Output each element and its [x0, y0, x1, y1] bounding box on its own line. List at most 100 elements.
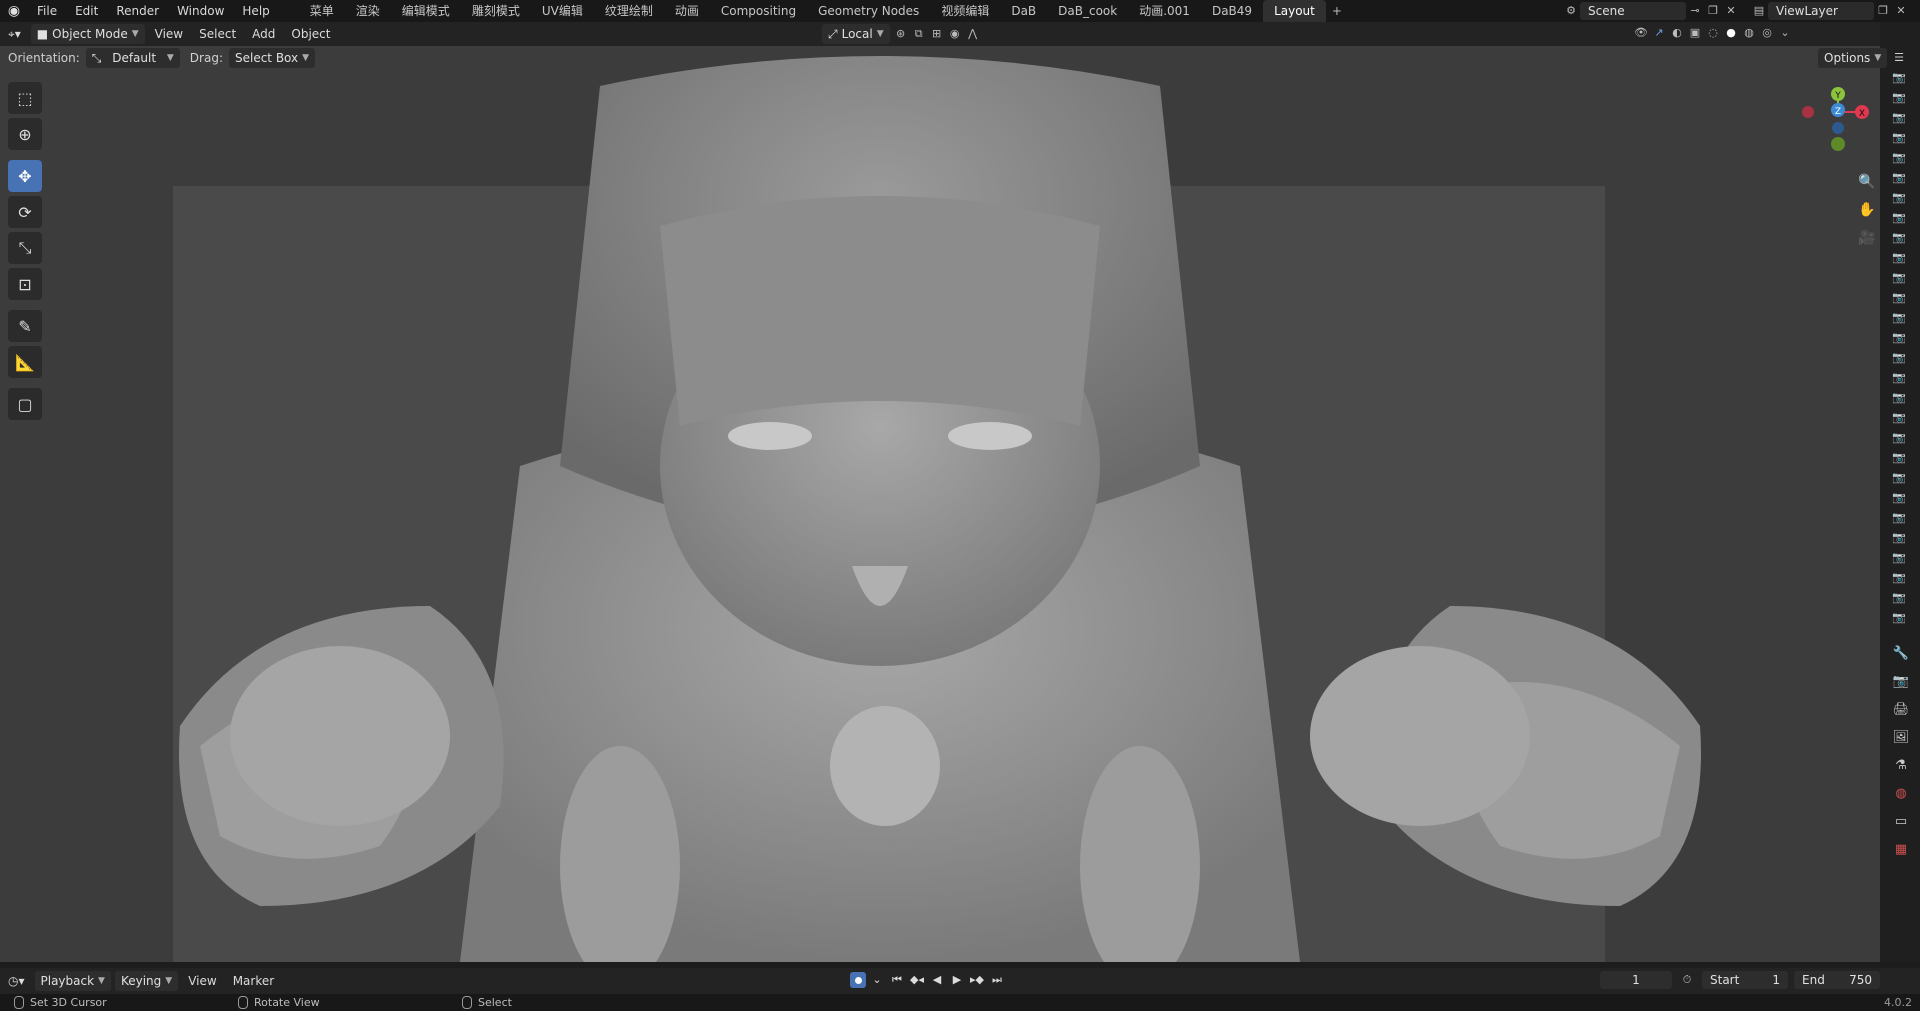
camera-icon[interactable]: 📷 [1888, 128, 1910, 148]
camera-icon[interactable]: 📷 [1888, 248, 1910, 268]
camera-icon[interactable]: 📷 [1888, 408, 1910, 428]
camera-icon[interactable]: 📷 [1888, 428, 1910, 448]
object-menu[interactable]: Object [283, 24, 338, 44]
options-dropdown[interactable]: Options ▼ [1818, 48, 1888, 68]
blender-logo-icon[interactable]: ◉ [0, 0, 28, 22]
camera-icon[interactable]: 📷 [1888, 508, 1910, 528]
end-frame-field[interactable]: End 750 [1794, 971, 1880, 989]
camera-icon[interactable]: 📷 [1888, 208, 1910, 228]
camera-icon[interactable]: 📷 [1888, 168, 1910, 188]
stopwatch-icon[interactable]: ⏱ [1678, 971, 1696, 989]
proportional-edit-icon[interactable]: ◉ [946, 25, 964, 43]
camera-icon[interactable]: 📷 [1888, 528, 1910, 548]
gizmo-toggle-icon[interactable]: ↗ [1650, 24, 1668, 42]
camera-view-icon[interactable]: 🎥 [1854, 224, 1880, 252]
wireframe-shading-icon[interactable]: ◌ [1704, 24, 1722, 42]
camera-icon[interactable]: 📷 [1888, 308, 1910, 328]
rendered-shading-icon[interactable]: ◎ [1758, 24, 1776, 42]
workspace-tab[interactable]: UV编辑 [531, 0, 594, 22]
playback-menu[interactable]: Playback ▼ [34, 971, 111, 991]
workspace-tab[interactable]: 动画.001 [1128, 0, 1201, 22]
pin-icon[interactable]: ⊸ [1686, 2, 1704, 20]
viewlayer-icon[interactable]: ▤ [1750, 2, 1768, 20]
workspace-tab[interactable]: 编辑模式 [391, 0, 461, 22]
orientation-dropdown[interactable]: ⤡ Default ▼ [85, 48, 180, 68]
camera-icon[interactable]: 📷 [1888, 148, 1910, 168]
visibility-icon[interactable]: 👁 [1632, 24, 1650, 42]
overlay-icon[interactable]: ◐ [1668, 24, 1686, 42]
keying-menu[interactable]: Keying ▼ [114, 971, 179, 991]
workspace-tab[interactable]: 纹理绘制 [594, 0, 664, 22]
view-layer-properties-icon[interactable]: 🖼 [1886, 724, 1916, 752]
camera-icon[interactable]: 📷 [1888, 328, 1910, 348]
jump-end-icon[interactable]: ⏭ [988, 971, 1006, 989]
new-viewlayer-icon[interactable]: ❐ [1874, 2, 1892, 20]
3d-viewport[interactable] [0, 46, 1880, 962]
workspace-tab[interactable]: Geometry Nodes [807, 0, 930, 22]
material-shading-icon[interactable]: ◍ [1740, 24, 1758, 42]
menu-window[interactable]: Window [168, 0, 233, 22]
camera-icon[interactable]: 📷 [1888, 268, 1910, 288]
workspace-tab[interactable]: DaB_cook [1047, 0, 1128, 22]
world-properties-icon[interactable]: ◍ [1886, 780, 1916, 808]
move-tool-icon[interactable]: ✥ [8, 160, 42, 192]
camera-icon[interactable]: 📷 [1888, 488, 1910, 508]
camera-icon[interactable]: 📷 [1888, 608, 1910, 628]
camera-icon[interactable]: 📷 [1888, 88, 1910, 108]
scale-tool-icon[interactable]: ⤡ [8, 232, 42, 264]
prev-keyframe-icon[interactable]: ◆◂ [908, 971, 926, 989]
marker-menu[interactable]: Marker [225, 971, 282, 991]
chevron-down-icon[interactable]: ⌄ [868, 971, 886, 989]
zoom-icon[interactable]: 🔍 [1854, 168, 1880, 196]
falloff-icon[interactable]: ⋀ [964, 25, 982, 43]
new-scene-icon[interactable]: ❐ [1704, 2, 1722, 20]
xray-icon[interactable]: ▣ [1686, 24, 1704, 42]
add-workspace-button[interactable]: + [1326, 0, 1348, 22]
workspace-tab[interactable]: 渲染 [345, 0, 391, 22]
chevron-down-icon[interactable]: ⌄ [1776, 24, 1794, 42]
timeline-view-menu[interactable]: View [180, 971, 224, 991]
add-menu[interactable]: Add [244, 24, 283, 44]
menu-render[interactable]: Render [107, 0, 168, 22]
pan-hand-icon[interactable]: ✋ [1854, 196, 1880, 224]
next-keyframe-icon[interactable]: ▸◆ [968, 971, 986, 989]
drag-dropdown[interactable]: Select Box ▼ [228, 48, 316, 68]
current-frame-field[interactable]: 1 [1600, 971, 1672, 989]
render-properties-icon[interactable]: 📷 [1886, 668, 1916, 696]
scene-icon[interactable]: ⚙ [1562, 2, 1580, 20]
mode-dropdown[interactable]: ■ Object Mode ▼ [30, 24, 145, 44]
start-frame-field[interactable]: Start 1 [1702, 971, 1788, 989]
collection-properties-icon[interactable]: ▭ [1886, 808, 1916, 836]
tool-properties-icon[interactable]: 🔧 [1886, 640, 1916, 668]
rotate-tool-icon[interactable]: ⟳ [8, 196, 42, 228]
editor-type-icon[interactable]: ⌖▾ [0, 24, 29, 44]
camera-icon[interactable]: 📷 [1888, 588, 1910, 608]
workspace-tab[interactable]: 雕刻模式 [461, 0, 531, 22]
scene-name-field[interactable]: Scene [1580, 2, 1686, 20]
close-icon[interactable]: ✕ [1892, 2, 1910, 20]
menu-edit[interactable]: Edit [66, 0, 107, 22]
add-cube-tool-icon[interactable]: ▢ [8, 388, 42, 420]
snap-icon[interactable]: ⧉ [910, 25, 928, 43]
camera-icon[interactable]: 📷 [1888, 568, 1910, 588]
output-properties-icon[interactable]: 🖨 [1886, 696, 1916, 724]
timeline-editor-icon[interactable]: ◷▾ [0, 971, 33, 991]
camera-icon[interactable]: 📷 [1888, 448, 1910, 468]
camera-icon[interactable]: 📷 [1888, 368, 1910, 388]
texture-properties-icon[interactable]: ▦ [1886, 836, 1916, 864]
view-menu[interactable]: View [147, 24, 191, 44]
close-icon[interactable]: ✕ [1722, 2, 1740, 20]
camera-icon[interactable]: 📷 [1888, 468, 1910, 488]
transform-tool-icon[interactable]: ⊡ [8, 268, 42, 300]
camera-icon[interactable]: 📷 [1888, 188, 1910, 208]
camera-icon[interactable]: 📷 [1888, 288, 1910, 308]
annotate-tool-icon[interactable]: ✎ [8, 310, 42, 342]
camera-icon[interactable]: 📷 [1888, 548, 1910, 568]
jump-start-icon[interactable]: ⏮ [888, 971, 906, 989]
viewlayer-name-field[interactable]: ViewLayer [1768, 2, 1874, 20]
menu-help[interactable]: Help [233, 0, 278, 22]
scene-properties-icon[interactable]: ⚗ [1886, 752, 1916, 780]
outliner-icon[interactable]: ☰ [1888, 48, 1910, 68]
menu-file[interactable]: File [28, 0, 66, 22]
play-reverse-icon[interactable]: ◀ [928, 971, 946, 989]
